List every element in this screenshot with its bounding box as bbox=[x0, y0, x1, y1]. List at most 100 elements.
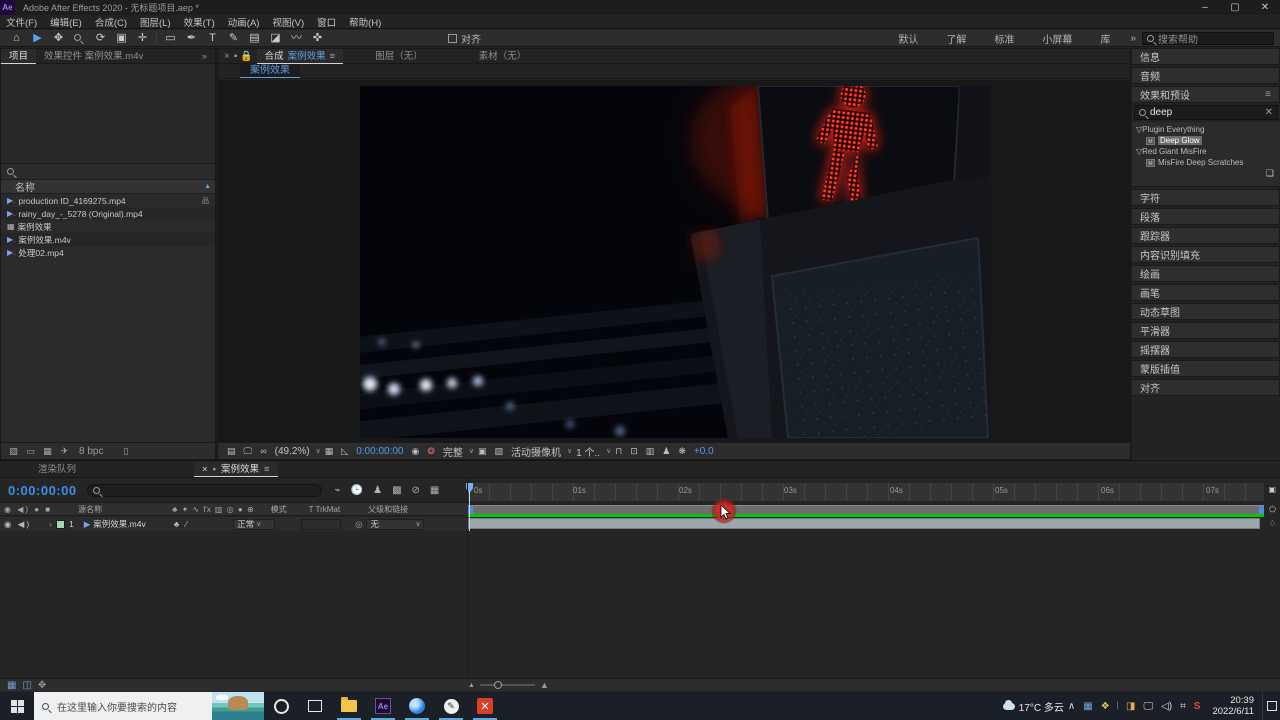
workspace-small-screen[interactable]: 小屏幕 bbox=[1042, 31, 1072, 46]
weather-widget[interactable]: 17°C 多云 bbox=[1002, 699, 1064, 714]
notes-app-button[interactable]: ✎ bbox=[434, 692, 468, 720]
effects-group[interactable]: ▽Plugin Everything bbox=[1132, 124, 1280, 135]
menu-edit[interactable]: 编辑(E) bbox=[50, 15, 82, 29]
task-view-button[interactable] bbox=[298, 692, 332, 720]
effects-search-input[interactable]: deep ✕ bbox=[1134, 105, 1278, 120]
panel-menu-icon[interactable]: ≡ bbox=[1265, 89, 1271, 100]
project-item[interactable]: ▶. rainy_day_-_5278 (Original).mp4 bbox=[1, 207, 215, 220]
panel-menu-icon[interactable]: ≡ bbox=[330, 49, 336, 63]
hand-tool-icon[interactable]: ✥ bbox=[48, 30, 69, 46]
after-effects-taskbar-button[interactable]: Ae bbox=[366, 692, 400, 720]
effects-item[interactable]: M Deep Glow bbox=[1132, 135, 1280, 146]
layer-end-icon[interactable]: ♢ bbox=[1269, 519, 1276, 528]
tray-display-icon[interactable]: 🖵 bbox=[1143, 701, 1153, 712]
hide-shy-layers-icon[interactable]: ♟ bbox=[373, 485, 382, 496]
expand-layer-switches-icon[interactable]: ▦ bbox=[7, 680, 16, 691]
menu-effect[interactable]: 效果(T) bbox=[184, 15, 215, 29]
timeline-search-input[interactable] bbox=[86, 483, 322, 497]
mask-visibility-icon[interactable]: ∞ bbox=[260, 446, 266, 456]
workspace-default[interactable]: 默认 bbox=[898, 31, 918, 46]
panel-overflow-icon[interactable]: » bbox=[194, 49, 215, 64]
camera-dropdown[interactable]: 活动摄像机 bbox=[511, 444, 561, 459]
comp-marker-bin-icon[interactable]: ▣ bbox=[1268, 485, 1276, 494]
snapshot-icon[interactable]: ◉ bbox=[411, 446, 419, 457]
panel-motion-sketch[interactable]: 动态草图 bbox=[1132, 303, 1280, 320]
zoom-slider-knob[interactable] bbox=[493, 681, 502, 689]
layer-row[interactable]: ◉ ◀) › 1 ▶ 案例效果.m4v ♣ ∕ 正常 ∨ ◎ 无 ∨ bbox=[0, 517, 468, 531]
trkmat-column[interactable]: T TrkMat bbox=[309, 505, 340, 514]
tab-composition[interactable]: 合成 案例效果 ≡ bbox=[256, 48, 344, 64]
panel-effects-presets[interactable]: 效果和预设 ≡ bbox=[1132, 86, 1280, 103]
new-composition-icon[interactable]: ▦ bbox=[39, 446, 56, 457]
comp-navigator-chip[interactable]: 案例效果 bbox=[240, 64, 300, 78]
tab-effect-controls[interactable]: 效果控件 案例效果.m4v bbox=[36, 49, 151, 64]
tab-render-queue[interactable]: 渲染队列 bbox=[30, 462, 84, 477]
tab-layer[interactable]: 图层（无） bbox=[367, 49, 431, 64]
tray-lock-icon[interactable]: ▦ bbox=[1083, 701, 1092, 712]
panel-tracker[interactable]: 跟踪器 bbox=[1132, 227, 1280, 244]
tab-footage[interactable]: 素材（无） bbox=[471, 49, 535, 64]
workspace-standard[interactable]: 标准 bbox=[994, 31, 1014, 46]
magnification-dropdown[interactable]: (49.2%) bbox=[275, 446, 310, 457]
panel-paragraph[interactable]: 段落 bbox=[1132, 208, 1280, 225]
effects-item[interactable]: M MisFire Deep Scratches bbox=[1132, 157, 1280, 168]
project-search-input[interactable] bbox=[1, 164, 215, 180]
clone-stamp-tool-icon[interactable]: ▤ bbox=[244, 30, 265, 46]
motion-blur-icon[interactable]: ⊘ bbox=[412, 485, 420, 496]
composition-mini-flowchart-icon[interactable]: ⌁ bbox=[335, 485, 341, 496]
comp-button-icon[interactable]: ⬠ bbox=[1269, 505, 1276, 514]
pan-behind-tool-icon[interactable]: ✛ bbox=[132, 30, 153, 46]
red-app-button[interactable]: ✕ bbox=[468, 692, 502, 720]
tray-phone-icon[interactable]: ⌗ bbox=[1180, 701, 1186, 712]
parent-pickwhip-icon[interactable]: ◎ bbox=[355, 519, 362, 530]
create-preset-icon[interactable]: ❏ bbox=[1266, 168, 1274, 182]
layer-name[interactable]: 案例效果.m4v bbox=[93, 518, 145, 530]
panel-align[interactable]: 对齐 bbox=[1132, 379, 1280, 396]
eraser-tool-icon[interactable]: ◪ bbox=[265, 30, 286, 46]
project-name-header[interactable]: 名称 ▲ bbox=[1, 180, 215, 194]
region-of-interest-icon[interactable]: ▣ bbox=[478, 446, 487, 457]
start-button[interactable] bbox=[0, 692, 34, 720]
expand-in-out-icon[interactable]: ✥ bbox=[38, 680, 46, 691]
sort-arrow-icon[interactable]: ▲ bbox=[204, 183, 211, 190]
draft-3d-icon[interactable]: 🕒 bbox=[351, 485, 363, 496]
project-item[interactable]: ▶. production ID_4169275.mp4 品 bbox=[1, 194, 215, 207]
shape-tool-icon[interactable]: ▭ bbox=[160, 30, 181, 46]
zoom-slider-track[interactable] bbox=[479, 681, 535, 689]
project-item[interactable]: ▶. 案例效果.m4v bbox=[1, 233, 215, 246]
zoom-in-mountain-icon[interactable]: ▲ bbox=[540, 680, 549, 690]
layer-duration-bar[interactable] bbox=[468, 518, 1260, 529]
workspace-libraries[interactable]: 库 bbox=[1100, 31, 1110, 46]
selection-tool-icon[interactable]: ▶ bbox=[27, 30, 48, 46]
roto-brush-tool-icon[interactable]: 〰 bbox=[286, 30, 307, 46]
browser-button[interactable] bbox=[400, 692, 434, 720]
workspace-learn[interactable]: 了解 bbox=[946, 31, 966, 46]
parent-link-column[interactable]: 父级和链接 bbox=[368, 504, 408, 515]
type-tool-icon[interactable]: T bbox=[202, 30, 223, 46]
graph-editor-icon[interactable]: ▦ bbox=[430, 485, 439, 496]
close-tab-icon[interactable]: × bbox=[202, 462, 208, 476]
file-explorer-button[interactable] bbox=[332, 692, 366, 720]
transparency-grid-icon[interactable]: ▨ bbox=[495, 446, 504, 457]
tray-volume-icon[interactable]: ◁) bbox=[1161, 701, 1172, 712]
parent-dropdown[interactable]: 无 ∨ bbox=[366, 518, 425, 530]
project-bit-depth[interactable]: 8 bpc bbox=[79, 446, 103, 457]
interpret-footage-icon[interactable]: ▧ bbox=[5, 446, 22, 457]
frame-blend-icon[interactable]: ▩ bbox=[392, 485, 401, 496]
blend-mode-dropdown[interactable]: 正常 ∨ bbox=[233, 518, 276, 530]
home-icon[interactable]: ⌂ bbox=[6, 30, 27, 46]
panel-audio[interactable]: 音频 bbox=[1132, 67, 1280, 84]
menu-window[interactable]: 窗口 bbox=[317, 15, 336, 29]
zoom-out-mountain-icon[interactable]: ▲ bbox=[468, 682, 475, 689]
panel-character[interactable]: 字符 bbox=[1132, 189, 1280, 206]
workspace-overflow-icon[interactable]: » bbox=[1130, 33, 1136, 44]
tray-sougou-icon[interactable]: S bbox=[1194, 701, 1201, 712]
layer-av-toggles[interactable]: ◉ ◀) bbox=[4, 519, 31, 530]
timeline-zoom-slider[interactable]: ▲ ▲ bbox=[468, 680, 549, 690]
tray-qq-icon[interactable]: ◨ bbox=[1126, 701, 1135, 712]
grid-guides-icon[interactable]: ▦ bbox=[325, 446, 334, 457]
puppet-pin-tool-icon[interactable]: ✜ bbox=[307, 30, 328, 46]
close-tab-icon[interactable]: × bbox=[224, 51, 230, 62]
panel-wiggler[interactable]: 摇摆器 bbox=[1132, 341, 1280, 358]
zoom-tool-icon[interactable] bbox=[69, 30, 90, 46]
